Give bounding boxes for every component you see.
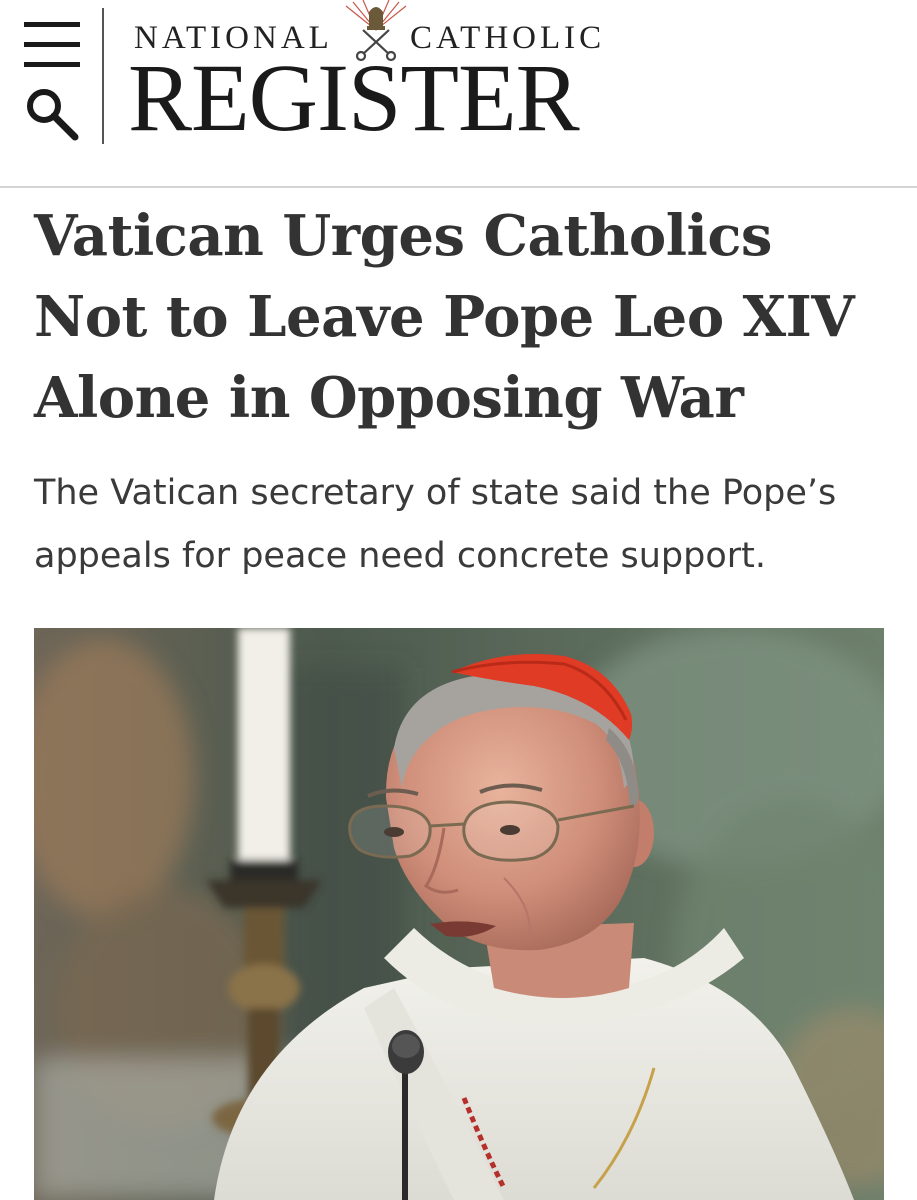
site-header: NATIONAL CATHOLIC REGISTER <box>0 0 917 188</box>
article-headline: Vatican Urges Catholics Not to Leave Pop… <box>34 203 855 431</box>
article-hero-image <box>34 628 884 1200</box>
article-subheadline: The Vatican secretary of state said the … <box>34 473 837 576</box>
hamburger-menu-icon[interactable] <box>24 22 80 68</box>
header-bottom-rule <box>0 186 917 188</box>
site-logo[interactable]: NATIONAL CATHOLIC REGISTER <box>128 0 638 150</box>
header-divider <box>102 8 104 144</box>
search-icon[interactable] <box>22 84 82 144</box>
masthead-register: REGISTER <box>128 44 580 151</box>
